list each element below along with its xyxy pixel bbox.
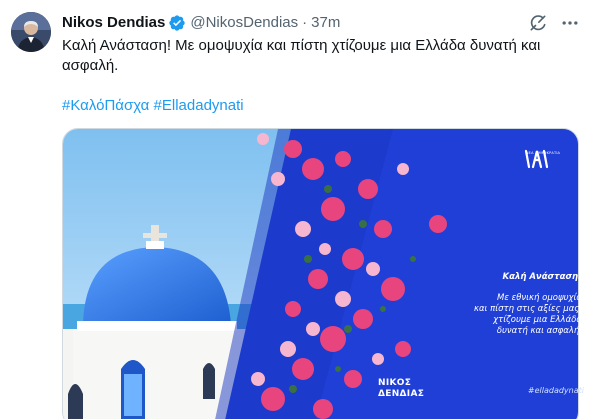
image-text-line: Με εθνική ομοψυχία (497, 293, 582, 303)
tweet-timestamp[interactable]: 37m (311, 13, 340, 33)
image-name-first: ΝΙΚΟΣ (378, 378, 412, 388)
tweet: Nikos Dendias @NikosDendias · 37m Καλή Α… (0, 0, 591, 419)
author-avatar[interactable] (11, 12, 51, 52)
tweet-header: Nikos Dendias @NikosDendias · 37m (62, 13, 340, 33)
image-text-line: χτίζουμε μια Ελλάδα (493, 315, 582, 325)
hashtag-row: #ΚαλόΠάσχα #Elladadynati (62, 96, 244, 116)
hashtag-link[interactable]: #Elladadynati (154, 97, 244, 114)
image-text-line: και πίστη στις αξίες μας, (473, 304, 582, 314)
party-logo-subtext: ΝΕΑ ΔΗΜΟΚΡΑΤΙΑ (525, 151, 561, 155)
tweet-text: Καλή Ανάσταση! Με ομοψυχία και πίστη χτί… (62, 37, 541, 74)
image-text-line: δυνατή και ασφαλή. (496, 326, 582, 336)
image-hashtag: #elladadynati (527, 386, 584, 395)
verified-badge-icon (168, 14, 186, 32)
image-name-last: ΔΕΝΔΙΑΣ (378, 389, 425, 399)
tweet-actions (527, 12, 581, 34)
grok-icon[interactable] (527, 12, 549, 34)
author-name[interactable]: Nikos Dendias (62, 13, 165, 33)
image-greeting: Καλή Ανάσταση! (502, 272, 582, 282)
more-icon[interactable] (559, 12, 581, 34)
hashtag-link[interactable]: #ΚαλόΠάσχα (62, 97, 149, 114)
separator-dot: · (302, 14, 308, 31)
author-handle[interactable]: @NikosDendias (190, 13, 298, 33)
party-logo: ΝΕΑ ΔΗΜΟΚΡΑΤΙΑ (520, 150, 566, 155)
